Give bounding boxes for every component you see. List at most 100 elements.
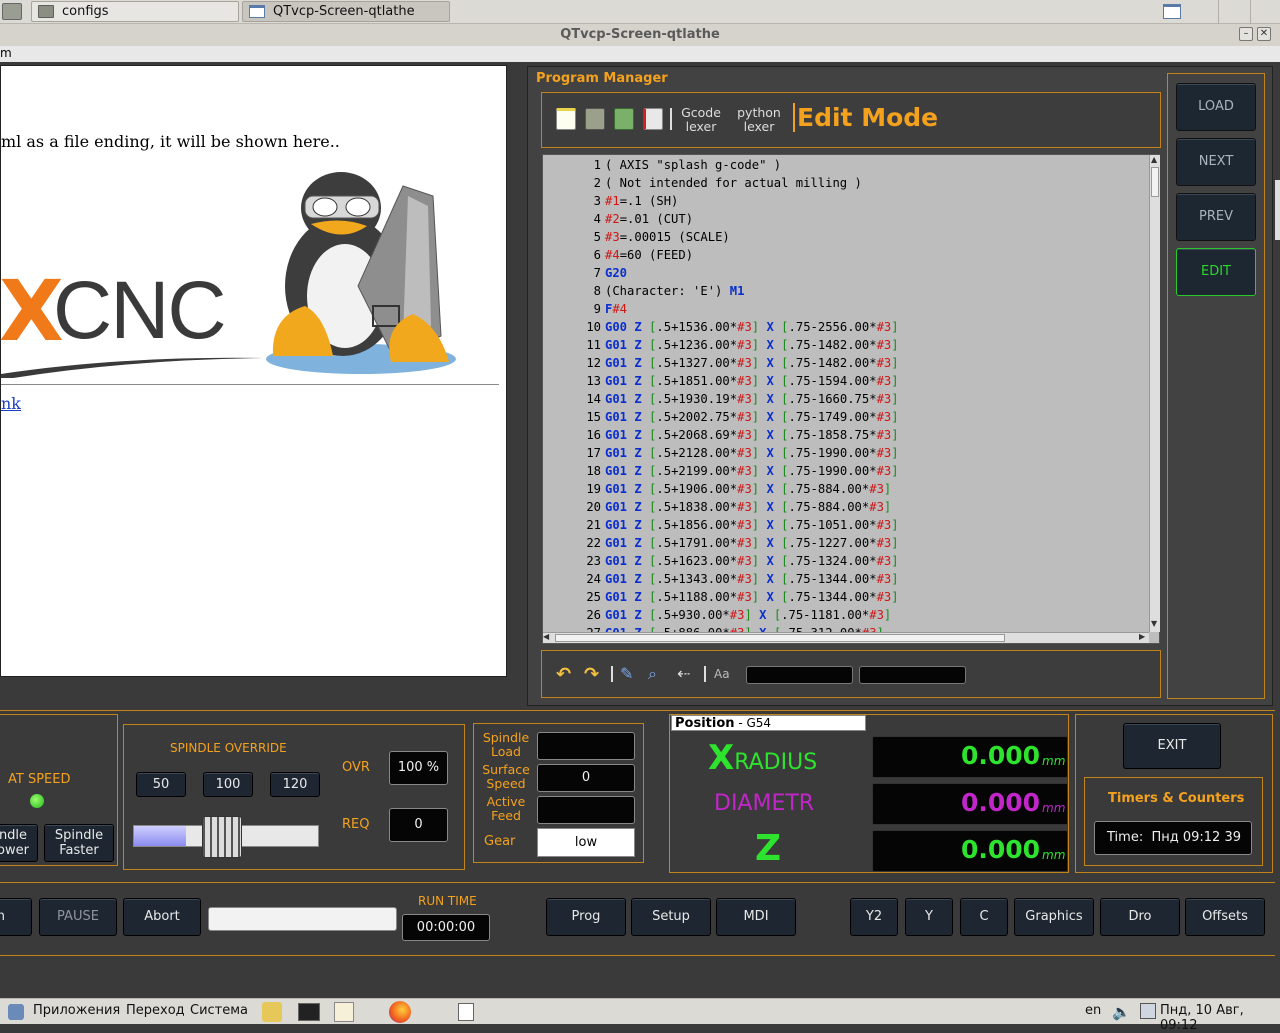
code-line[interactable]: 20 G01 Z [.5+1838.00*#3] X [.75-884.00*#3… (543, 498, 1149, 516)
override-preset-50[interactable]: 50 (136, 772, 186, 797)
mdi-button[interactable]: MDI (716, 898, 796, 936)
code-line[interactable]: 1 ( AXIS "splash g-code" ) (543, 156, 1149, 174)
menu-applications[interactable]: Приложения (33, 1003, 120, 1018)
code-line[interactable]: 27G01 Z [.5+886.00*#3] X [.75-312.00*#3] (543, 624, 1149, 632)
show-desktop-icon[interactable] (1163, 4, 1181, 19)
code-line[interactable]: 6 #4=60 (FEED) (543, 246, 1149, 264)
menu-item[interactable]: m (0, 46, 12, 60)
exit-edit-icon[interactable] (643, 108, 663, 130)
code-line[interactable]: 5 #3=.00015 (SCALE) (543, 228, 1149, 246)
code-line[interactable]: 9 F#4 (543, 300, 1149, 318)
new-file-icon[interactable] (556, 108, 576, 130)
code-area[interactable]: 1 ( AXIS "splash g-code" ) 2 ( Not intended… (543, 156, 1149, 632)
code-line[interactable]: 21 G01 Z [.5+1856.00*#3] X [.75-1051.00*#… (543, 516, 1149, 534)
code-line[interactable]: 19 G01 Z [.5+1906.00*#3] X [.75-884.00*#3… (543, 480, 1149, 498)
python-lexer-button[interactable]: python lexer (734, 106, 784, 134)
code-line[interactable]: 17 G01 Z [.5+2128.00*#3] X [.75-1990.00*#… (543, 444, 1149, 462)
previous-icon[interactable]: ⇠ (677, 664, 695, 684)
vertical-scrollbar[interactable]: ▲ ▼ (1149, 155, 1160, 632)
scroll-thumb[interactable] (555, 634, 1005, 642)
code-line[interactable]: 2 ( Not intended for actual milling ) (543, 174, 1149, 192)
text-editor-launcher-icon[interactable] (334, 1002, 354, 1022)
load-button[interactable]: LOAD (1176, 83, 1256, 131)
open-file-icon[interactable] (585, 108, 605, 130)
code-line[interactable]: 4 #2=.01 (CUT) (543, 210, 1149, 228)
menu-places[interactable]: Переход (126, 1003, 185, 1018)
y-button[interactable]: Y (905, 898, 953, 936)
dro-button[interactable]: Dro (1100, 898, 1180, 936)
x-axis-label[interactable]: XRADIUS (708, 738, 817, 778)
clock[interactable]: Пнд, 10 Авг, 09:12 (1160, 1003, 1280, 1033)
z-axis-label[interactable]: Z (755, 828, 781, 869)
graphics-button[interactable]: Graphics (1014, 898, 1094, 936)
override-preset-120[interactable]: 120 (270, 772, 320, 797)
menu-system[interactable]: Система (190, 1003, 248, 1018)
code-line[interactable]: 14 G01 Z [.5+1930.19*#3] X [.75-1660.75*#… (543, 390, 1149, 408)
scroll-up-icon[interactable]: ▲ (1151, 155, 1157, 164)
replace-icon[interactable]: ✎ (620, 664, 638, 684)
redo-icon[interactable]: ↷ (584, 664, 602, 685)
scroll-right-icon[interactable]: ▶ (1139, 632, 1145, 641)
horizontal-scrollbar[interactable]: ◀ ▶ (543, 632, 1149, 643)
code-line[interactable]: 11 G01 Z [.5+1236.00*#3] X [.75-1482.00*#… (543, 336, 1149, 354)
gcode-lexer-button[interactable]: Gcode lexer (678, 106, 724, 134)
code-line[interactable]: 3 #1=.1 (SH) (543, 192, 1149, 210)
taskbar-tab-configs[interactable]: configs (31, 1, 239, 22)
keyboard-layout[interactable]: en (1085, 1003, 1101, 1018)
edit-button[interactable]: EDIT (1176, 248, 1256, 296)
close-icon[interactable]: ✕ (1257, 27, 1271, 41)
minimize-icon[interactable]: – (1239, 27, 1253, 41)
match-case-toggle[interactable]: Aa (714, 667, 730, 681)
code-line[interactable]: 24 G01 Z [.5+1343.00*#3] X [.75-1344.00*#… (543, 570, 1149, 588)
pause-button[interactable]: PAUSE (39, 898, 117, 936)
code-line[interactable]: 8 (Character: 'E') M1 (543, 282, 1149, 300)
applications-icon[interactable] (8, 1004, 24, 1020)
code-line[interactable]: 22 G01 Z [.5+1791.00*#3] X [.75-1227.00*#… (543, 534, 1149, 552)
scroll-thumb[interactable] (1151, 167, 1159, 197)
diameter-label[interactable]: DIAMETR (714, 791, 814, 816)
prev-button[interactable]: PREV (1176, 193, 1256, 241)
code-line[interactable]: 15 G01 Z [.5+2002.75*#3] X [.75-1749.00*#… (543, 408, 1149, 426)
replace-input[interactable] (859, 666, 966, 684)
override-slider[interactable] (133, 816, 319, 858)
linuxcnc-launcher-icon[interactable] (262, 1002, 282, 1022)
override-slider-handle[interactable] (202, 816, 242, 858)
code-line[interactable]: 10 G00 Z [.5+1536.00*#3] X [.75-2556.00*#… (543, 318, 1149, 336)
html-link[interactable]: nk (1, 394, 21, 413)
offsets-button[interactable]: Offsets (1185, 898, 1265, 936)
code-line[interactable]: 23 G01 Z [.5+1623.00*#3] X [.75-1324.00*#… (543, 552, 1149, 570)
trash-icon[interactable] (458, 1003, 474, 1021)
scroll-down-icon[interactable]: ▼ (1151, 619, 1157, 628)
scroll-left-icon[interactable]: ◀ (543, 632, 549, 641)
override-preset-100[interactable]: 100 (203, 772, 253, 797)
exit-button[interactable]: EXIT (1123, 723, 1221, 769)
undo-icon[interactable]: ↶ (556, 664, 574, 685)
taskbar-tab-qtvcp[interactable]: QTvcp-Screen-qtlathe (242, 1, 450, 22)
prog-button[interactable]: Prog (546, 898, 626, 936)
network-icon[interactable] (1140, 1003, 1156, 1019)
setup-button[interactable]: Setup (631, 898, 711, 936)
spindle-slower-button[interactable]: ndle ower (0, 824, 38, 862)
gear-select[interactable]: low (537, 828, 635, 857)
code-line[interactable]: 26 G01 Z [.5+930.00*#3] X [.75-1181.00*#3… (543, 606, 1149, 624)
code-line[interactable]: 25 G01 Z [.5+1188.00*#3] X [.75-1344.00*#… (543, 588, 1149, 606)
firefox-launcher-icon[interactable] (389, 1001, 411, 1023)
search-icon[interactable]: ⌕ (648, 664, 666, 684)
window-titlebar[interactable]: QTvcp-Screen-qtlathe (0, 24, 1280, 46)
find-input[interactable] (746, 666, 853, 684)
code-line[interactable]: 7 G20 (543, 264, 1149, 282)
workspace-icon[interactable] (2, 3, 22, 20)
code-line[interactable]: 18 G01 Z [.5+2199.00*#3] X [.75-1990.00*#… (543, 462, 1149, 480)
y2-button[interactable]: Y2 (850, 898, 898, 936)
run-button[interactable]: n (0, 898, 32, 936)
abort-button[interactable]: Abort (123, 898, 201, 936)
c-button[interactable]: C (960, 898, 1008, 936)
next-button[interactable]: NEXT (1176, 138, 1256, 186)
spindle-faster-button[interactable]: Spindle Faster (44, 824, 114, 862)
gcode-editor[interactable]: 1 ( AXIS "splash g-code" ) 2 ( Not intended… (542, 154, 1160, 644)
code-line[interactable]: 13 G01 Z [.5+1851.00*#3] X [.75-1594.00*#… (543, 372, 1149, 390)
code-line[interactable]: 16 G01 Z [.5+2068.69*#3] X [.75-1858.75*#… (543, 426, 1149, 444)
save-file-icon[interactable] (614, 108, 634, 130)
code-line[interactable]: 12 G01 Z [.5+1327.00*#3] X [.75-1482.00*#… (543, 354, 1149, 372)
volume-icon[interactable]: 🔈 (1112, 1003, 1131, 1021)
